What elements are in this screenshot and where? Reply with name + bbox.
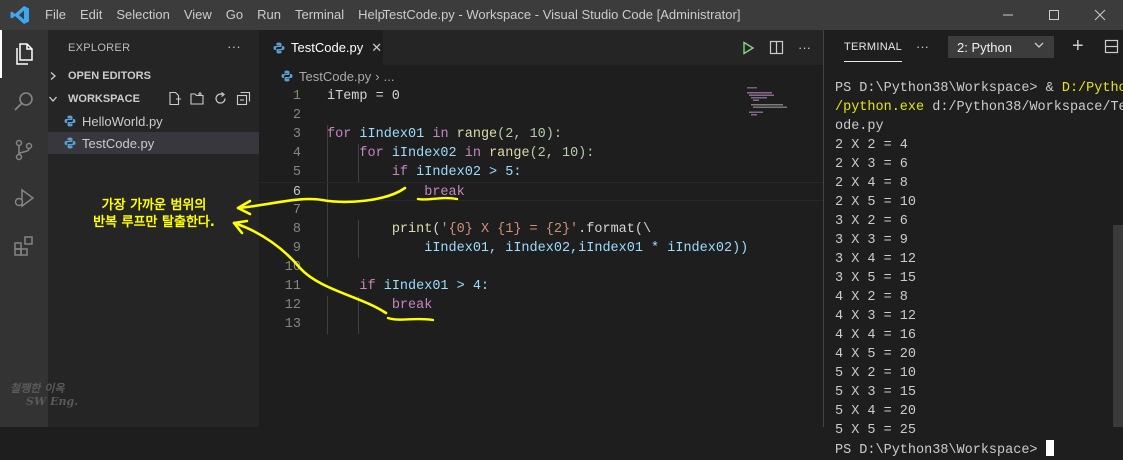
terminal-line: 3 X 3 = 9: [835, 233, 908, 248]
terminal-line: 5 X 5 = 25: [835, 423, 917, 438]
terminal-line: 4 X 3 = 12: [835, 309, 917, 324]
terminal-cursor: [1045, 440, 1054, 456]
terminal-line: 3 X 5 = 15: [835, 271, 917, 286]
terminal-prompt: PS D:\Python38\Workspace> &: [835, 81, 1062, 96]
terminal-line: /python.exe d:/Python38/Workspace/TestC: [835, 98, 1123, 117]
terminal-line: 4 X 5 = 20: [835, 347, 917, 362]
split-terminal-icon[interactable]: [1104, 39, 1119, 54]
chevron-down-icon: [1033, 39, 1045, 51]
terminal-scrollbar[interactable]: [1113, 225, 1123, 427]
terminal-line: 2 X 5 = 10: [835, 195, 917, 210]
more-actions-icon[interactable]: ···: [916, 39, 929, 54]
tab-terminal[interactable]: TERMINAL: [844, 41, 903, 62]
terminal-line: 2 X 4 = 8: [835, 176, 908, 191]
terminal-select-value: 2: Python: [957, 39, 1012, 55]
terminal-line: 4 X 4 = 16: [835, 328, 917, 343]
terminal-line: PS D:\Python38\Workspace>: [835, 440, 1123, 459]
watermark-line-2: SW Eng.: [26, 395, 79, 408]
watermark: 철쨍한 이옥 SW Eng.: [10, 382, 78, 408]
terminal-panel: TERMINAL ··· 2: Python + PS D:\Python38\…: [823, 30, 1123, 458]
terminal-prompt: PS D:\Python38\Workspace>: [835, 443, 1046, 458]
terminal-line: 3 X 2 = 6: [835, 214, 908, 229]
terminal-select[interactable]: 2: Python: [948, 36, 1054, 58]
terminal-line: 3 X 4 = 12: [835, 252, 917, 267]
watermark-line-1: 철쨍한 이옥: [10, 382, 65, 395]
terminal-line: 5 X 3 = 15: [835, 385, 917, 400]
terminal-header: TERMINAL ··· 2: Python +: [824, 30, 1123, 65]
terminal-exe: /python.exe: [835, 100, 925, 115]
terminal-output[interactable]: PS D:\Python38\Workspace> & D:/Python38 …: [835, 79, 1123, 459]
terminal-line: 2 X 3 = 6: [835, 157, 908, 172]
terminal-line: 2 X 2 = 4: [835, 138, 908, 153]
terminal-exe: D:/Python38: [1061, 81, 1123, 96]
terminal-line: 4 X 2 = 8: [835, 290, 908, 305]
terminal-line: 5 X 4 = 20: [835, 404, 917, 419]
terminal-line: ode.py: [835, 119, 884, 134]
terminal-arg: d:/Python38/Workspace/TestC: [932, 100, 1123, 115]
terminal-line: 5 X 2 = 10: [835, 366, 917, 381]
new-terminal-icon[interactable]: +: [1072, 35, 1084, 58]
terminal-line: PS D:\Python38\Workspace> & D:/Python38: [835, 79, 1123, 98]
